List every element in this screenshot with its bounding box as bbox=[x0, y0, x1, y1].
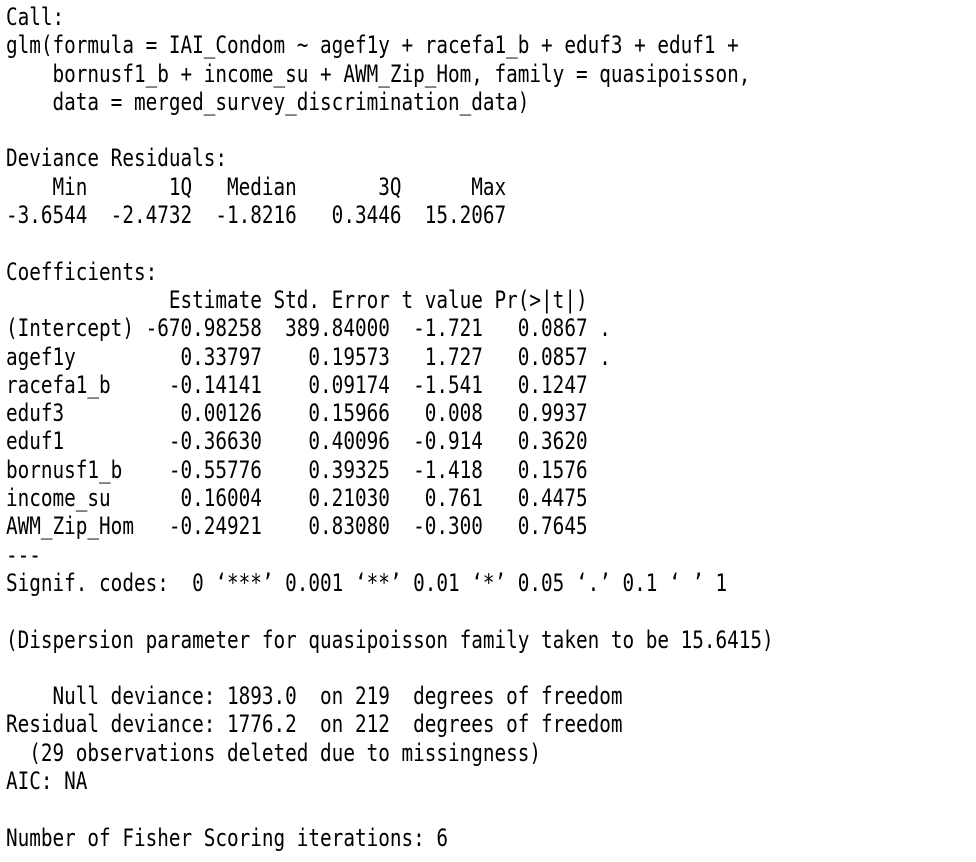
console-output: Call: glm(formula = IAI_Condom ~ agef1y … bbox=[6, 3, 784, 852]
dispersion-note: (Dispersion parameter for quasipoisson f… bbox=[6, 625, 774, 654]
call-formula-line: data = merged_survey_discrimination_data… bbox=[6, 87, 530, 116]
coefficients-heading: Coefficients: bbox=[6, 257, 158, 286]
deviance-residuals-values: -3.6544 -2.4732 -1.8216 0.3446 15.2067 bbox=[6, 201, 507, 230]
null-deviance-line: Null deviance: 1893.0 on 219 degrees of … bbox=[6, 682, 623, 711]
deviance-residuals-header: Min 1Q Median 3Q Max bbox=[6, 172, 507, 201]
missingness-note: (29 observations deleted due to missingn… bbox=[6, 738, 542, 767]
call-formula-line: bornusf1_b + income_su + AWM_Zip_Hom, fa… bbox=[6, 59, 751, 88]
coefficients-table-header: Estimate Std. Error t value Pr(>|t|) bbox=[6, 285, 588, 314]
coefficients-row: eduf3 0.00126 0.15966 0.008 0.9937 bbox=[6, 399, 588, 428]
coefficients-row: AWM_Zip_Hom -0.24921 0.83080 -0.300 0.76… bbox=[6, 512, 588, 541]
coefficients-row: income_su 0.16004 0.21030 0.761 0.4475 bbox=[6, 484, 588, 513]
deviance-residuals-heading: Deviance Residuals: bbox=[6, 144, 228, 173]
coefficients-row: agef1y 0.33797 0.19573 1.727 0.0857 . bbox=[6, 342, 611, 371]
coefficients-row: (Intercept) -670.98258 389.84000 -1.721 … bbox=[6, 314, 611, 343]
signif-codes-line: Signif. codes: 0 ‘***’ 0.001 ‘**’ 0.01 ‘… bbox=[6, 568, 728, 597]
call-formula-line: glm(formula = IAI_Condom ~ agef1y + race… bbox=[6, 31, 739, 60]
call-heading: Call: bbox=[6, 3, 65, 31]
fisher-iterations-line: Number of Fisher Scoring iterations: 6 bbox=[6, 823, 449, 852]
coefficients-row: racefa1_b -0.14141 0.09174 -1.541 0.1247 bbox=[6, 370, 588, 399]
coefficients-row: eduf1 -0.36630 0.40096 -0.914 0.3620 bbox=[6, 427, 588, 456]
aic-line: AIC: NA bbox=[6, 767, 88, 796]
separator-line: --- bbox=[6, 540, 41, 569]
coefficients-row: bornusf1_b -0.55776 0.39325 -1.418 0.157… bbox=[6, 455, 588, 484]
residual-deviance-line: Residual deviance: 1776.2 on 212 degrees… bbox=[6, 710, 623, 739]
